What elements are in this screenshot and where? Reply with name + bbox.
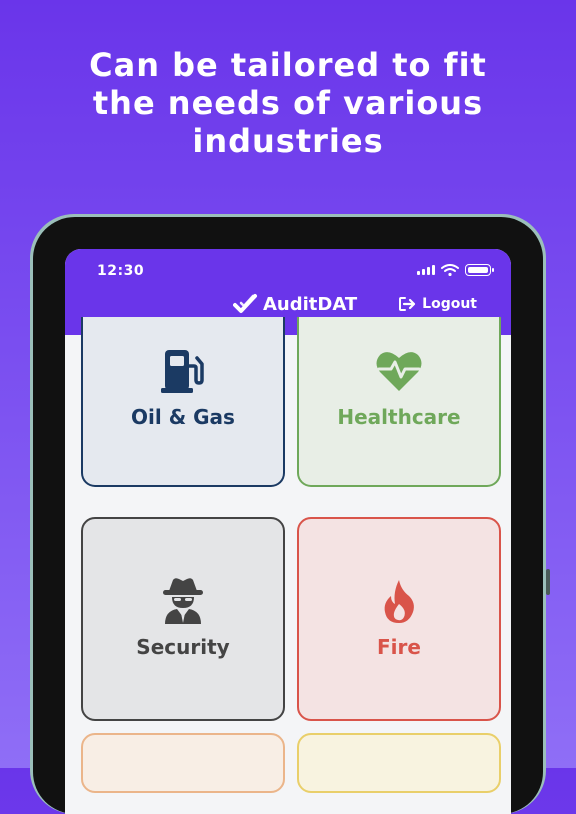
status-time: 12:30: [97, 263, 145, 279]
heart-pulse-icon: [375, 347, 423, 395]
industry-label: Healthcare: [337, 405, 461, 429]
status-icons: [417, 264, 494, 276]
battery-icon: [465, 264, 494, 276]
industry-card-fire[interactable]: Fire: [297, 517, 501, 721]
tablet-frame: 12:30 AuditDAT Logout Oil & Gas Healthca…: [30, 214, 550, 814]
industry-card-security[interactable]: Security: [81, 517, 285, 721]
logout-label: Logout: [422, 296, 477, 312]
flame-icon: [381, 577, 417, 625]
side-button: [546, 569, 550, 595]
app-logo: AuditDAT: [233, 293, 357, 315]
app-screen: 12:30 AuditDAT Logout Oil & Gas Healthca…: [65, 249, 511, 814]
logout-button[interactable]: Logout: [398, 296, 477, 312]
industry-card-partial[interactable]: [297, 733, 501, 793]
logout-icon: [399, 297, 416, 311]
headline-line-1: Can be tailored to fit: [89, 46, 487, 84]
promo-headline: Can be tailored to fit the needs of vari…: [0, 46, 576, 160]
industry-card-oil-gas[interactable]: Oil & Gas: [81, 317, 285, 487]
signal-icon: [417, 265, 435, 275]
industry-card-partial[interactable]: [81, 733, 285, 793]
headline-line-3: industries: [192, 122, 384, 160]
industry-label: Oil & Gas: [131, 405, 235, 429]
headline-line-2: the needs of various: [92, 84, 484, 122]
industry-label: Fire: [377, 635, 421, 659]
industry-label: Security: [136, 635, 230, 659]
wifi-icon: [441, 264, 459, 276]
brand-name: AuditDAT: [263, 293, 358, 315]
industry-card-healthcare[interactable]: Healthcare: [297, 317, 501, 487]
spy-icon: [161, 577, 205, 625]
tablet-bezel: 12:30 AuditDAT Logout Oil & Gas Healthca…: [33, 217, 543, 814]
double-check-icon: [233, 294, 257, 313]
fuel-pump-icon: [159, 347, 207, 395]
